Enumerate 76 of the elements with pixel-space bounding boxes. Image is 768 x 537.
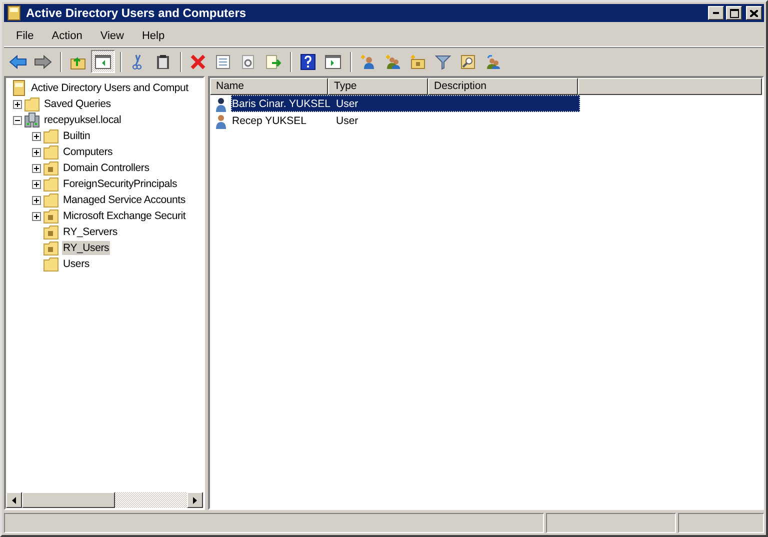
left-arrow-icon <box>12 496 16 504</box>
column-header[interactable]: Name <box>210 78 328 95</box>
console-tree-icon <box>95 54 111 70</box>
folder-icon <box>43 240 59 256</box>
folder-icon <box>43 256 59 272</box>
refresh-icon <box>240 54 256 70</box>
help-icon <box>300 54 316 70</box>
minimize-icon <box>713 12 719 14</box>
user-group-icon <box>485 54 501 70</box>
expand-icon[interactable] <box>32 180 41 188</box>
tree-item[interactable]: Users <box>62 257 90 271</box>
window-pane-icon <box>325 54 341 70</box>
right-arrow-icon <box>193 496 197 504</box>
new-folder-icon <box>410 54 426 70</box>
collapse-icon[interactable] <box>13 116 22 124</box>
new-user-icon <box>360 54 376 70</box>
window-title: Active Directory Users and Computers <box>26 6 248 20</box>
list-row[interactable]: Recep YUKSEL User <box>231 112 580 129</box>
scroll-thumb[interactable] <box>22 492 115 508</box>
tree-item[interactable]: Microsoft Exchange Securit <box>62 209 187 223</box>
tree-item[interactable]: Domain Controllers <box>62 161 150 175</box>
tree-button[interactable] <box>91 50 115 73</box>
close-icon <box>750 10 758 16</box>
document-icon <box>215 54 231 70</box>
object-type: User <box>335 98 358 110</box>
folder-icon <box>43 224 59 240</box>
column-header[interactable]: Type <box>328 78 428 95</box>
expand-icon[interactable] <box>13 100 22 108</box>
app-icon <box>6 5 22 21</box>
snap-in-icon <box>11 80 27 96</box>
folder-icon <box>43 192 59 208</box>
back-arrow-icon <box>9 54 27 70</box>
tree-item[interactable]: ForeignSecurityPrincipals <box>62 177 178 191</box>
menu-item[interactable]: Action <box>44 30 88 42</box>
object-type: User <box>335 114 358 126</box>
search-icon <box>460 54 476 70</box>
tree-item[interactable]: Computers <box>62 145 114 159</box>
menu-item[interactable]: View <box>92 30 130 42</box>
tree-item[interactable]: Managed Service Accounts <box>62 193 186 207</box>
menu-item[interactable]: Help <box>134 30 171 42</box>
folder-icon <box>43 144 59 160</box>
horizontal-scrollbar[interactable] <box>6 492 203 508</box>
expand-icon[interactable] <box>32 212 41 220</box>
new-group-icon <box>385 54 401 70</box>
column-header[interactable]: Description <box>428 78 578 95</box>
tree-item[interactable]: Builtin <box>62 129 92 143</box>
tree-item[interactable]: recepyuksel.local <box>43 113 122 127</box>
forward-arrow-icon <box>34 54 52 70</box>
user-name: Baris Cinar. YUKSEL <box>232 98 332 110</box>
domain-icon <box>24 112 40 128</box>
filter-icon <box>435 54 451 70</box>
expand-icon[interactable] <box>32 196 41 204</box>
expand-icon[interactable] <box>32 148 41 156</box>
expand-icon[interactable] <box>32 132 41 140</box>
folder-icon <box>43 160 59 176</box>
delete-icon <box>190 54 206 70</box>
export-list-icon <box>265 54 281 70</box>
folder-icon <box>43 176 59 192</box>
folder-icon <box>43 208 59 224</box>
menu-item[interactable]: File <box>8 30 40 42</box>
tree-item[interactable]: RY_Servers <box>62 225 118 239</box>
clipboard-icon <box>155 54 171 70</box>
scroll-left-button[interactable] <box>6 492 22 508</box>
minimize-button[interactable] <box>708 6 724 20</box>
maximize-button[interactable] <box>726 6 742 20</box>
close-button[interactable] <box>746 6 762 20</box>
expand-icon[interactable] <box>32 164 41 172</box>
folder-icon <box>24 96 40 112</box>
tree-item[interactable]: Active Directory Users and Comput <box>30 81 190 95</box>
user-name: Recep YUKSEL <box>232 114 308 126</box>
list-row[interactable]: Baris Cinar. YUKSEL User <box>231 95 580 112</box>
maximize-icon <box>730 8 738 18</box>
tree-item[interactable]: Saved Queries <box>43 97 112 111</box>
tree-item[interactable]: RY_Users <box>62 241 110 255</box>
scroll-right-button[interactable] <box>187 492 203 508</box>
folder-icon <box>43 128 59 144</box>
